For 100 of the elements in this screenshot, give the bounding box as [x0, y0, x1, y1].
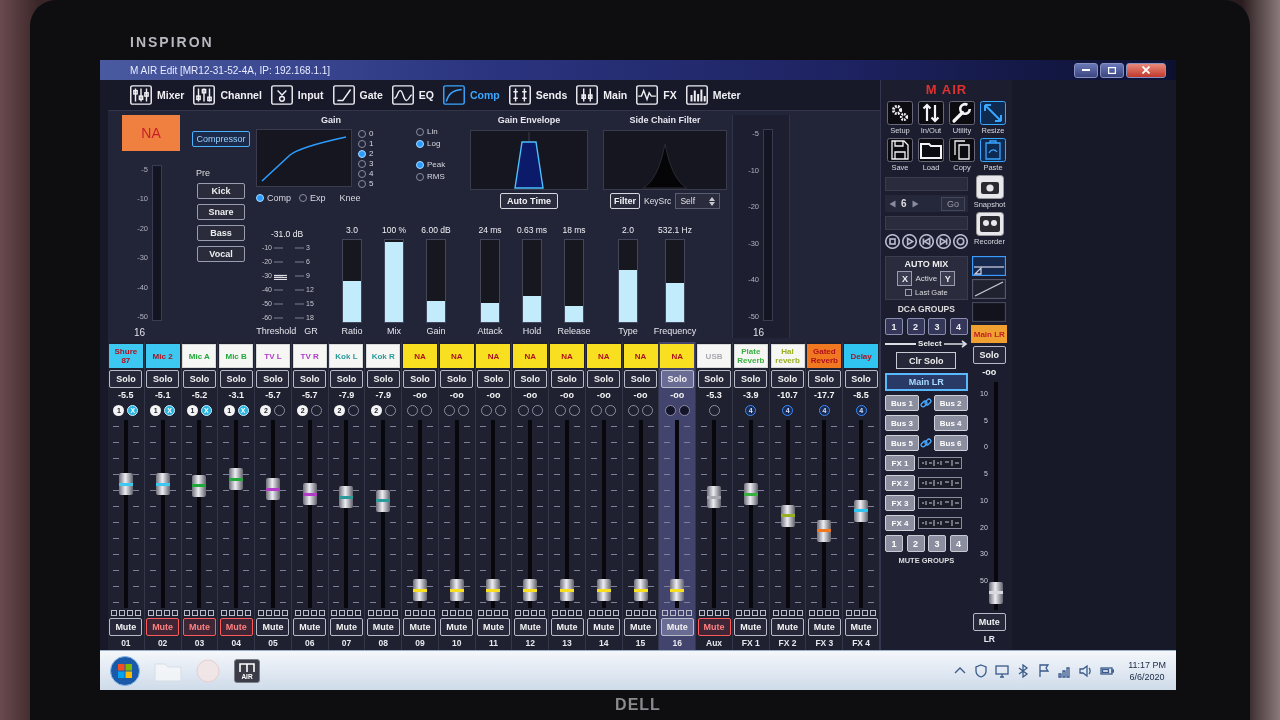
mute-button[interactable]: Mute — [366, 618, 400, 636]
solo-button[interactable]: Solo — [807, 370, 841, 388]
knee-radio[interactable]: 2 — [358, 149, 374, 158]
recorder-file-field[interactable] — [885, 216, 968, 230]
slider-track[interactable] — [480, 239, 500, 323]
mute-button[interactable]: Mute — [513, 618, 547, 636]
threshold-marker[interactable] — [274, 274, 288, 280]
snapshot-name-field[interactable] — [885, 177, 968, 191]
detector-radio[interactable]: Peak — [416, 160, 460, 169]
solo-button[interactable]: Solo — [697, 370, 731, 388]
mute-button[interactable]: Mute — [587, 618, 621, 636]
chain-link-icon[interactable] — [920, 437, 933, 449]
fader-handle[interactable] — [743, 483, 758, 506]
slider-track[interactable] — [342, 239, 362, 323]
mode-radio[interactable]: Comp — [256, 192, 291, 203]
flag-icon[interactable] — [1037, 663, 1052, 678]
dca-group-button[interactable]: 3 — [928, 318, 947, 335]
fader-handle[interactable] — [670, 579, 685, 602]
curve-radio[interactable]: Log — [416, 139, 460, 148]
compressor-toggle[interactable]: Compressor — [192, 131, 250, 147]
clock-date[interactable]: 6/6/2020 — [1129, 670, 1165, 683]
solo-button[interactable]: Solo — [660, 370, 694, 388]
menu-tab[interactable]: Gate — [332, 85, 383, 105]
fader-handle[interactable] — [192, 474, 207, 497]
mode-radio[interactable]: Exp — [299, 192, 326, 203]
auto-time-button[interactable]: Auto Time — [500, 193, 558, 209]
automix-group-button[interactable]: X — [897, 271, 913, 286]
clear-solo-button[interactable]: Clr Solo — [896, 352, 957, 369]
fader-handle[interactable] — [265, 478, 280, 501]
fader-handle[interactable] — [988, 581, 1003, 604]
stop-icon[interactable] — [885, 234, 900, 249]
fader-handle[interactable] — [229, 468, 244, 491]
play-icon[interactable] — [902, 234, 917, 249]
minimize-button[interactable] — [1074, 62, 1098, 78]
curve-radio[interactable]: Lin — [416, 127, 460, 136]
diagonal-graph-icon[interactable] — [972, 279, 1007, 299]
menu-tab[interactable]: Comp — [443, 85, 500, 105]
channel-strip[interactable]: NA Solo -oo Mute 13 — [549, 342, 586, 650]
slider-track[interactable] — [665, 239, 685, 323]
preset-button[interactable]: Snare — [197, 204, 245, 220]
dca-group-button[interactable]: 2 — [906, 318, 925, 335]
menu-tab[interactable]: Meter — [685, 85, 741, 105]
shield-icon[interactable] — [974, 663, 989, 678]
detector-radio[interactable]: RMS — [416, 172, 460, 181]
mute-button[interactable]: Mute — [440, 618, 474, 636]
menu-tab[interactable]: EQ — [391, 85, 435, 105]
mute-button[interactable]: Mute — [660, 618, 694, 636]
solo-button[interactable]: Solo — [329, 370, 363, 388]
solo-button[interactable]: Solo — [771, 370, 805, 388]
mute-button[interactable]: Mute — [182, 618, 216, 636]
fader-handle[interactable] — [817, 519, 832, 542]
channel-strip[interactable]: NA Solo -oo Mute 12 — [512, 342, 550, 650]
preset-button[interactable]: Bass — [197, 225, 245, 241]
channel-strip[interactable]: NA Solo -oo Mute 11 — [475, 342, 513, 650]
mute-button[interactable]: Mute — [771, 618, 805, 636]
skip-back-icon[interactable] — [919, 234, 934, 249]
maximize-button[interactable] — [1100, 62, 1124, 78]
fader-handle[interactable] — [302, 483, 317, 506]
knee-radio[interactable]: 5 — [358, 179, 374, 188]
channel-strip[interactable]: USB Solo -5.3 Mute Aux — [696, 342, 733, 650]
mute-button[interactable]: Mute — [734, 618, 768, 636]
mute-button[interactable]: Mute — [972, 613, 1006, 631]
solo-button[interactable]: Solo — [403, 370, 437, 388]
mute-button[interactable]: Mute — [624, 618, 658, 636]
chain-link-icon[interactable] — [920, 397, 933, 409]
main-bus-button[interactable]: Main LR — [885, 373, 968, 391]
channel-strip[interactable]: NA Solo -oo Mute 16 — [659, 342, 697, 650]
solo-button[interactable]: Solo — [587, 370, 621, 388]
solo-button[interactable]: Solo — [366, 370, 400, 388]
slider-track[interactable] — [522, 239, 542, 323]
fader-handle[interactable] — [780, 504, 795, 527]
clock-time[interactable]: 11:17 PM — [1128, 658, 1166, 671]
knee-radio[interactable]: 1 — [358, 139, 374, 148]
fader-handle[interactable] — [707, 486, 722, 509]
mute-button[interactable]: Mute — [256, 618, 290, 636]
solo-button[interactable]: Solo — [624, 370, 658, 388]
fader-handle[interactable] — [449, 579, 464, 602]
next-icon[interactable] — [911, 199, 920, 208]
monitor-icon[interactable] — [995, 663, 1010, 678]
solo-button[interactable]: Solo — [440, 370, 474, 388]
knee-radio[interactable]: 4 — [358, 169, 374, 178]
windows-start-icon[interactable] — [110, 655, 140, 686]
mute-button[interactable]: Mute — [477, 618, 510, 636]
menu-tab[interactable]: Channel — [193, 85, 262, 105]
solo-button[interactable]: Solo — [844, 370, 878, 388]
mute-button[interactable]: Mute — [219, 618, 253, 636]
solo-button[interactable]: Solo — [550, 370, 584, 388]
menu-tab[interactable]: Main — [576, 85, 628, 105]
key-source-dropdown[interactable]: Self — [675, 193, 721, 209]
dca-group-button[interactable]: 4 — [949, 318, 968, 335]
dca-group-button[interactable]: 1 — [885, 318, 903, 335]
mute-button[interactable]: Mute — [329, 618, 363, 636]
filter-button[interactable]: Filter — [609, 193, 640, 209]
channel-strip[interactable]: NA Solo -oo Mute 09 — [402, 342, 439, 650]
solo-button[interactable]: Solo — [256, 370, 290, 388]
mute-button[interactable]: Mute — [697, 618, 731, 636]
skip-forward-icon[interactable] — [936, 234, 951, 249]
solo-button[interactable]: Solo — [293, 370, 327, 388]
menu-tab[interactable]: Mixer — [130, 85, 185, 105]
mute-button[interactable]: Mute — [293, 618, 327, 636]
